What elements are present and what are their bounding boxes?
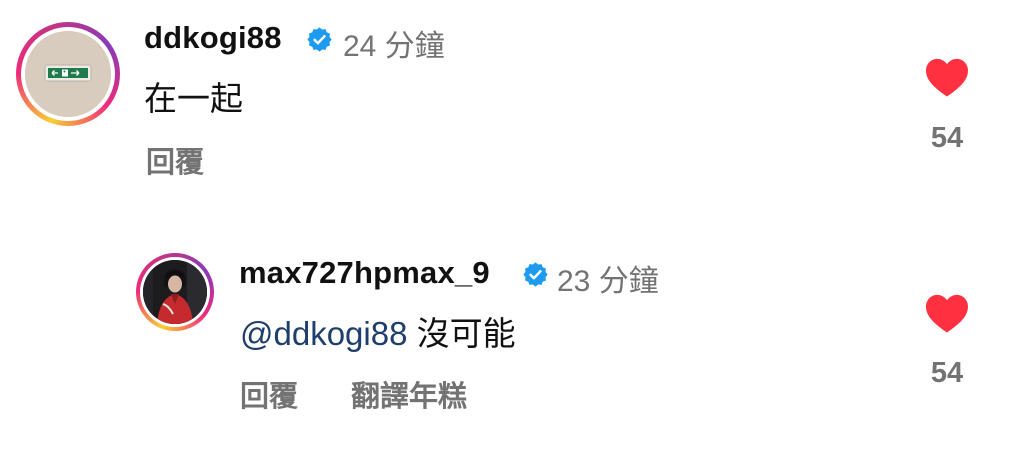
like-count: 54 bbox=[930, 357, 964, 389]
comment-text: @ddkogi88 沒可能 bbox=[240, 307, 516, 355]
exit-sign-avatar-image bbox=[25, 31, 111, 117]
comment-username[interactable]: max727hpmax_9 bbox=[239, 255, 490, 291]
comment-thread: ddkogi88 24 分鐘 在一起 回覆 54 max727hpmax_9 2… bbox=[0, 0, 1024, 453]
heart-filled-icon[interactable] bbox=[924, 56, 970, 98]
comment-username[interactable]: ddkogi88 bbox=[144, 20, 282, 56]
verified-badge-icon bbox=[307, 27, 332, 52]
verified-badge-icon bbox=[523, 262, 548, 287]
reply-button[interactable]: 回覆 bbox=[146, 139, 204, 181]
comment-text-content: 沒可能 bbox=[416, 315, 516, 352]
like-count: 54 bbox=[930, 122, 964, 154]
avatar[interactable] bbox=[143, 260, 207, 324]
avatar[interactable] bbox=[25, 31, 111, 117]
reply-button[interactable]: 回覆 bbox=[240, 373, 298, 415]
comment-text: 在一起 bbox=[144, 80, 243, 117]
comment-timestamp: 24 分鐘 bbox=[343, 30, 445, 63]
mention-link[interactable]: @ddkogi88 bbox=[240, 315, 407, 352]
comment-timestamp: 23 分鐘 bbox=[557, 265, 659, 298]
person-in-red-avatar-image bbox=[143, 260, 207, 324]
translate-button[interactable]: 翻譯年糕 bbox=[351, 373, 467, 415]
heart-filled-icon[interactable] bbox=[924, 292, 970, 334]
